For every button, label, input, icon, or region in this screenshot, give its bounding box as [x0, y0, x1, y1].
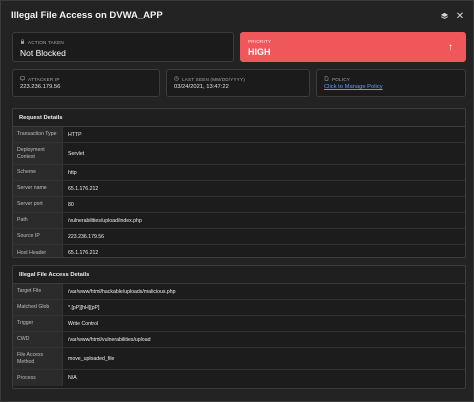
- clock-icon: [174, 76, 179, 82]
- table-row: Path /vulnerabilities/upload/index.php: [13, 213, 465, 229]
- table-row: CWD /var/www/html/vulnerabilities/upload: [13, 332, 465, 348]
- row-key: Target File: [13, 284, 63, 299]
- request-details-section: Request Details Transaction Type HTTP De…: [12, 108, 466, 258]
- table-row: Matched Glob *.[pP][hH][pP]: [13, 300, 465, 316]
- row-value: /var/www/html/hackable/uploads/malicious…: [68, 288, 176, 295]
- row-value: HTTP: [68, 131, 82, 138]
- manage-policy-link[interactable]: Click to Manage Policy: [324, 84, 383, 90]
- row-key: Path: [13, 213, 63, 228]
- row-key: Host Header: [13, 245, 63, 257]
- priority-card: PRIORITY HIGH ↑: [240, 32, 466, 62]
- illegal-file-access-section: Illegal File Access Details Target File …: [12, 265, 466, 389]
- action-taken-card: ACTION TAKEN Not Blocked: [12, 32, 234, 62]
- request-details-title: Request Details: [13, 109, 465, 127]
- row-key: Transaction Type: [13, 127, 63, 142]
- arrow-up-icon: ↑: [448, 42, 453, 53]
- close-icon[interactable]: ✕: [454, 10, 466, 22]
- row-key: Source IP: [13, 229, 63, 244]
- row-key: Matched Glob: [13, 300, 63, 315]
- row-key: File Access Method: [13, 348, 63, 369]
- table-row: Transaction Type HTTP: [13, 127, 465, 143]
- action-taken-label: ACTION TAKEN: [28, 39, 64, 45]
- row-value: *.[pP][hH][pP]: [68, 304, 100, 311]
- action-taken-value: Not Blocked: [20, 48, 66, 58]
- row-key: Process: [13, 370, 63, 386]
- panel-title: Illegal File Access on DVWA_APP: [11, 10, 163, 21]
- document-icon: [324, 76, 329, 82]
- table-row: Deployment Context Servlet: [13, 143, 465, 165]
- row-key: Trigger: [13, 316, 63, 331]
- row-value: 80: [68, 201, 74, 208]
- table-row: Server name 65.1.176.212: [13, 181, 465, 197]
- stack-icon[interactable]: [438, 10, 450, 22]
- row-value: /vulnerabilities/upload/index.php: [68, 217, 142, 224]
- alert-detail-panel: Illegal File Access on DVWA_APP ✕ ACTION…: [0, 0, 474, 402]
- illegal-file-access-title: Illegal File Access Details: [13, 266, 465, 284]
- table-row: Process N/A: [13, 370, 465, 386]
- table-row: File Access Method move_uploaded_file: [13, 348, 465, 370]
- row-value: Servlet: [68, 150, 85, 157]
- row-key: Server name: [13, 181, 63, 196]
- table-row: Target File /var/www/html/hackable/uploa…: [13, 284, 465, 300]
- priority-label: PRIORITY: [248, 39, 272, 44]
- policy-card: POLICY Click to Manage Policy: [316, 69, 466, 97]
- row-key: CWD: [13, 332, 63, 347]
- row-value: 65.1.176.212: [68, 185, 99, 192]
- row-key: Server port: [13, 197, 63, 212]
- screen-icon: [20, 76, 25, 82]
- table-row: Server port 80: [13, 197, 465, 213]
- attacker-ip-label: ATTACKER IP: [28, 76, 60, 82]
- row-value: Write Control: [68, 320, 99, 327]
- row-value: 223.236.179.56: [68, 233, 105, 240]
- table-row: Source IP 223.236.179.56: [13, 229, 465, 245]
- row-value: move_uploaded_file: [68, 355, 115, 362]
- last-seen-card: LAST SEEN (MM/DD/YYYY) 03/24/2021, 13:47…: [166, 69, 310, 97]
- policy-label: POLICY: [332, 76, 351, 82]
- row-key: Deployment Context: [13, 143, 63, 164]
- table-row: Scheme http: [13, 165, 465, 181]
- table-row: Host Header 65.1.176.212: [13, 245, 465, 257]
- panel-header: Illegal File Access on DVWA_APP ✕: [1, 1, 473, 31]
- row-value: http: [68, 169, 77, 176]
- table-row: Trigger Write Control: [13, 316, 465, 332]
- lock-icon: [20, 39, 25, 45]
- row-value: /var/www/html/vulnerabilities/upload: [68, 336, 151, 343]
- last-seen-label: LAST SEEN (MM/DD/YYYY): [182, 76, 246, 82]
- attacker-ip-value: 223.236.179.56: [20, 84, 61, 90]
- row-value: 65.1.176.212: [68, 250, 99, 256]
- priority-value: HIGH: [248, 47, 271, 57]
- row-value: N/A: [68, 375, 77, 381]
- last-seen-value: 03/24/2021, 13:47:22: [174, 84, 229, 90]
- row-key: Scheme: [13, 165, 63, 180]
- attacker-ip-card: ATTACKER IP 223.236.179.56: [12, 69, 160, 97]
